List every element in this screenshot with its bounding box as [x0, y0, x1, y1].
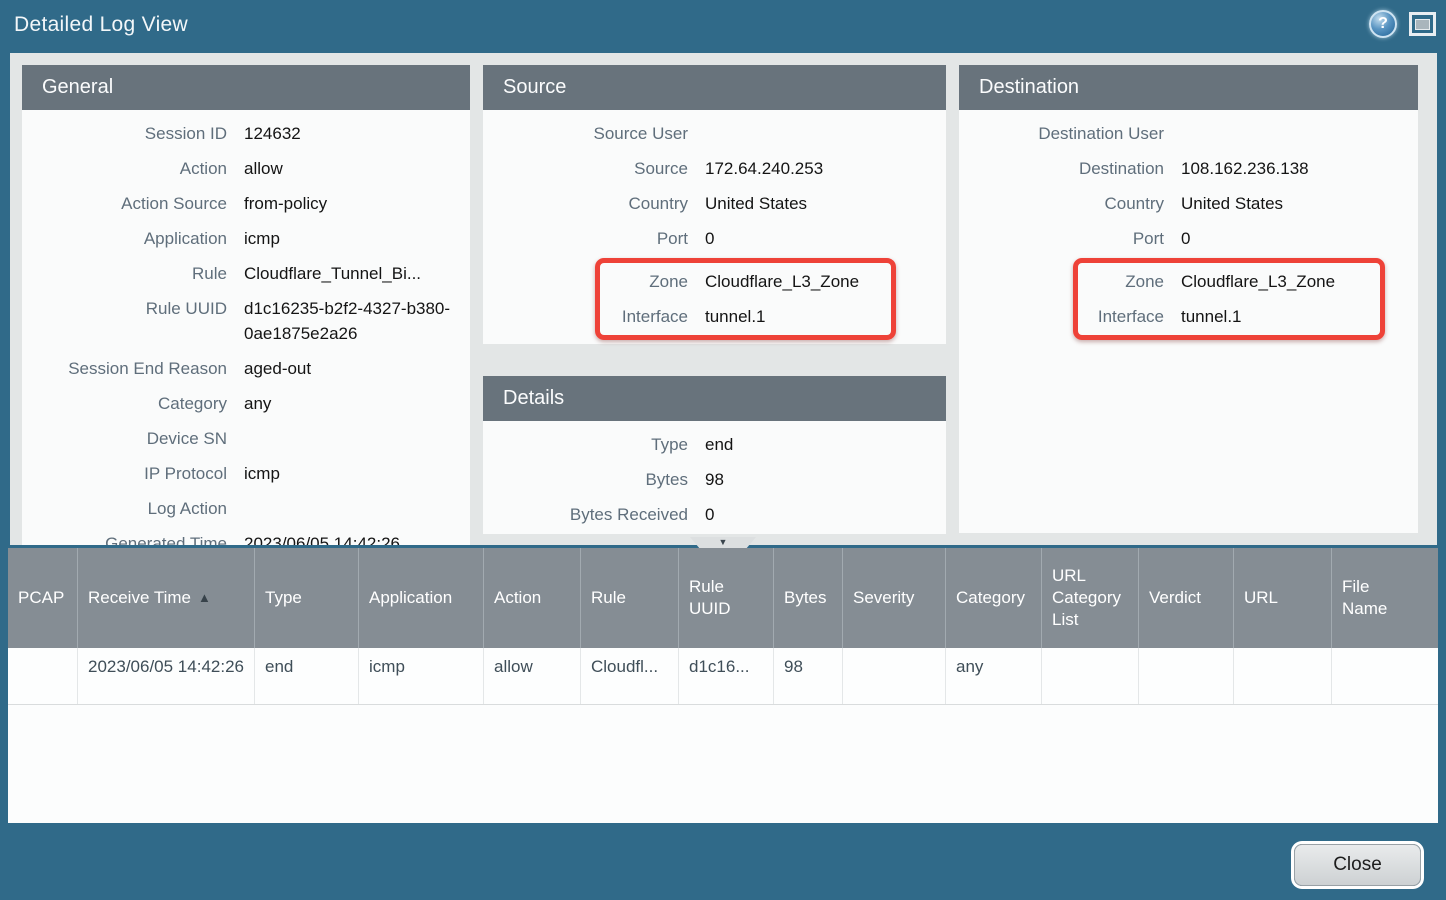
destination-zone-highlight-box: ZoneCloudflare_L3_Zone Interfacetunnel.1 [1073, 258, 1385, 340]
details-row-bytes-received: Bytes Received0 [483, 497, 946, 532]
source-row-source-user: Source User [483, 116, 946, 151]
dialog-title: Detailed Log View [14, 0, 188, 50]
source-details-column: Source Source User Source172.64.240.253 … [483, 65, 946, 533]
details-panel-title: Details [483, 376, 946, 421]
general-row-category: Categoryany [22, 386, 470, 421]
cell-rule: Cloudfl... [581, 648, 679, 704]
details-row-bytes: Bytes98 [483, 462, 946, 497]
cell-pcap [8, 648, 78, 704]
column-header-type[interactable]: Type [255, 548, 359, 648]
chevron-down-icon: ▼ [719, 537, 728, 547]
destination-row-zone: ZoneCloudflare_L3_Zone [1078, 264, 1380, 299]
details-panel-body: Typeend Bytes98 Bytes Received0 [483, 421, 946, 534]
log-detail-content: General Session ID124632 Actionallow Act… [10, 53, 1437, 545]
cell-url-category-list [1042, 648, 1139, 704]
destination-column: Destination Destination User Destination… [959, 65, 1418, 533]
source-panel-body: Source User Source172.64.240.253 Country… [483, 110, 946, 344]
source-row-source: Source172.64.240.253 [483, 151, 946, 186]
general-row-generated-time: Generated Time2023/06/05 14:42:26 [22, 526, 470, 545]
general-row-action-source: Action Sourcefrom-policy [22, 186, 470, 221]
column-header-severity[interactable]: Severity [843, 548, 946, 648]
source-row-port: Port0 [483, 221, 946, 256]
general-row-rule: RuleCloudflare_Tunnel_Bi... [22, 256, 470, 291]
general-row-log-action: Log Action [22, 491, 470, 526]
cell-bytes: 98 [774, 648, 843, 704]
general-panel: General Session ID124632 Actionallow Act… [22, 65, 470, 545]
destination-row-country: CountryUnited States [959, 186, 1418, 221]
log-table-row[interactable]: 2023/06/05 14:42:26 end icmp allow Cloud… [8, 648, 1438, 705]
column-header-verdict[interactable]: Verdict [1139, 548, 1234, 648]
cell-verdict [1139, 648, 1234, 704]
destination-row-interface: Interfacetunnel.1 [1078, 299, 1380, 334]
source-panel: Source Source User Source172.64.240.253 … [483, 65, 946, 344]
details-row-type: Typeend [483, 427, 946, 462]
help-icon[interactable]: ? [1369, 10, 1397, 38]
cell-url [1234, 648, 1332, 704]
cell-file-name [1332, 648, 1438, 704]
sort-asc-icon: ▲ [198, 587, 211, 609]
general-column: General Session ID124632 Actionallow Act… [22, 65, 470, 533]
source-zone-highlight-box: ZoneCloudflare_L3_Zone Interfacetunnel.1 [595, 258, 896, 340]
general-row-rule-uuid: Rule UUIDd1c16235-b2f2-4327-b380-0ae1875… [22, 291, 470, 351]
column-header-application[interactable]: Application [359, 548, 484, 648]
column-header-file-name[interactable]: File Name [1332, 548, 1438, 648]
cell-severity [843, 648, 946, 704]
general-row-device-sn: Device SN [22, 421, 470, 456]
cell-application: icmp [359, 648, 484, 704]
general-panel-body: Session ID124632 Actionallow Action Sour… [22, 110, 470, 545]
cell-type: end [255, 648, 359, 704]
column-header-receive-time[interactable]: Receive Time▲ [78, 548, 255, 648]
destination-panel: Destination Destination User Destination… [959, 65, 1418, 533]
close-button[interactable]: Close [1294, 844, 1421, 886]
dialog-titlebar: Detailed Log View ? [0, 0, 1446, 50]
destination-panel-body: Destination User Destination108.162.236.… [959, 110, 1418, 344]
general-row-session-id: Session ID124632 [22, 116, 470, 151]
column-header-category[interactable]: Category [946, 548, 1042, 648]
destination-row-destination: Destination108.162.236.138 [959, 151, 1418, 186]
column-header-rule-uuid[interactable]: Rule UUID [679, 548, 774, 648]
general-panel-title: General [22, 65, 470, 110]
destination-panel-title: Destination [959, 65, 1418, 110]
cell-category: any [946, 648, 1042, 704]
destination-row-destination-user: Destination User [959, 116, 1418, 151]
general-row-application: Applicationicmp [22, 221, 470, 256]
details-panel: Details Typeend Bytes98 Bytes Received0 [483, 376, 946, 534]
log-table-section: ▼ PCAP Receive Time▲ Type Application Ac… [8, 548, 1438, 823]
column-header-url-category-list[interactable]: URL Category List [1042, 548, 1139, 648]
column-header-url[interactable]: URL [1234, 548, 1332, 648]
source-row-zone: ZoneCloudflare_L3_Zone [600, 264, 891, 299]
column-header-bytes[interactable]: Bytes [774, 548, 843, 648]
cell-action: allow [484, 648, 581, 704]
general-row-action: Actionallow [22, 151, 470, 186]
source-row-interface: Interfacetunnel.1 [600, 299, 891, 334]
cell-receive-time: 2023/06/05 14:42:26 [78, 648, 255, 704]
cell-rule-uuid: d1c16... [679, 648, 774, 704]
collapse-panel-handle[interactable]: ▼ [690, 537, 756, 548]
destination-row-port: Port0 [959, 221, 1418, 256]
column-header-pcap[interactable]: PCAP [8, 548, 78, 648]
restore-window-icon[interactable] [1409, 12, 1436, 36]
source-row-country: CountryUnited States [483, 186, 946, 221]
general-row-ip-protocol: IP Protocolicmp [22, 456, 470, 491]
titlebar-icons: ? [1369, 10, 1436, 38]
column-header-action[interactable]: Action [484, 548, 581, 648]
log-table-header: PCAP Receive Time▲ Type Application Acti… [8, 548, 1438, 648]
restore-window-icon-inner [1415, 19, 1430, 30]
source-panel-title: Source [483, 65, 946, 110]
general-row-session-end-reason: Session End Reasonaged-out [22, 351, 470, 386]
column-header-rule[interactable]: Rule [581, 548, 679, 648]
